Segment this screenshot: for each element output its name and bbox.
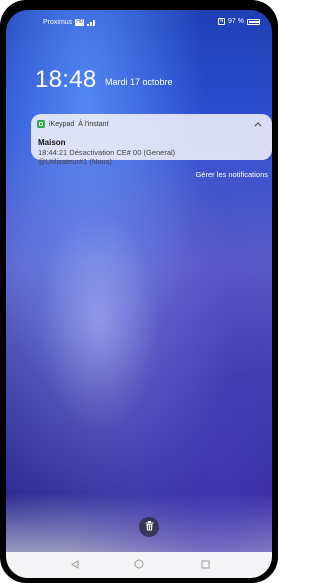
battery-icon	[247, 18, 260, 25]
notification-title: Maison	[38, 138, 66, 147]
notification-header: iKeypad À l'instant	[37, 120, 108, 128]
lock-screen: Proximus HD N 97 % 18:48 Mardi 17 octobr…	[6, 10, 272, 578]
hd-icon: HD	[75, 19, 85, 26]
notification-app-name: iKeypad	[49, 120, 75, 128]
home-icon[interactable]	[134, 559, 144, 569]
recents-icon[interactable]	[200, 559, 210, 569]
chevron-up-icon[interactable]	[254, 120, 262, 129]
status-bar: Proximus HD N 97 %	[6, 10, 272, 32]
notification-time: À l'instant	[78, 120, 109, 128]
carrier-name: Proximus	[43, 19, 73, 26]
phone-frame: Proximus HD N 97 % 18:48 Mardi 17 octobr…	[0, 0, 278, 583]
manage-notifications-link[interactable]: Gérer les notifications	[195, 170, 268, 179]
battery-text: 97 %	[228, 18, 244, 25]
signal-icon	[87, 19, 97, 26]
back-icon[interactable]	[70, 559, 80, 569]
lockscreen-time: 18:48	[35, 66, 97, 93]
notification-body: 18:44:21 Désactivation CE# 00 (General) …	[38, 148, 263, 166]
keypad-app-icon	[37, 120, 45, 128]
carrier-info: Proximus HD	[43, 19, 97, 26]
nfc-icon: N	[218, 18, 226, 25]
status-right: N 97 %	[218, 18, 260, 25]
notification-card[interactable]: iKeypad À l'instant Maison 18:44:21 Désa…	[31, 114, 272, 166]
trash-icon	[145, 518, 154, 536]
notification-body-line1: 18:44:21 Désactivation CE# 00 (General)	[38, 148, 176, 157]
clear-notifications-button[interactable]	[139, 517, 159, 537]
notification-body-line2: @Utilisateur#1 (Nous)	[38, 157, 112, 166]
navigation-bar	[6, 552, 272, 578]
lockscreen-date: Mardi 17 octobre	[105, 77, 173, 87]
